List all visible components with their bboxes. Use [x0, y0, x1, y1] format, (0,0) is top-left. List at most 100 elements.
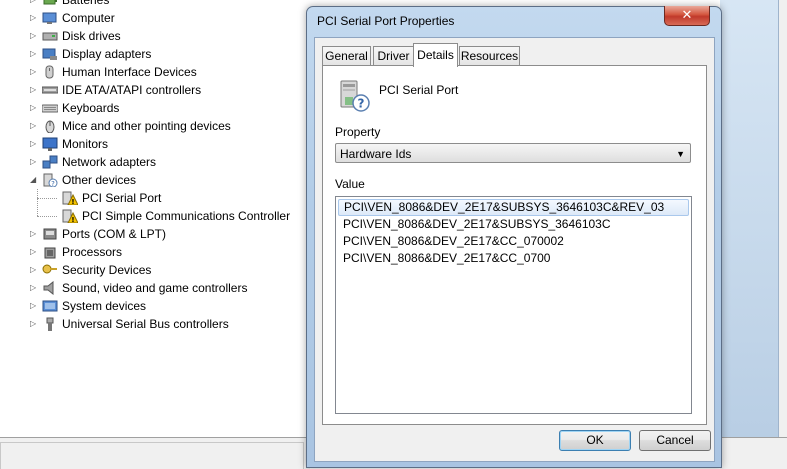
tree-item[interactable]: ▷ Human Interface Devices [30, 63, 197, 81]
tree-item-label: PCI Simple Communications Controller [82, 209, 291, 223]
device-name: PCI Serial Port [379, 83, 459, 97]
tree-item[interactable]: ▷ Keyboards [30, 99, 120, 117]
value-list-item[interactable]: PCI\VEN_8086&DEV_2E17&SUBSYS_3646103C&RE… [338, 199, 689, 216]
keyboard-icon [41, 101, 59, 115]
value-list-item[interactable]: PCI\VEN_8086&DEV_2E17&SUBSYS_3646103C [338, 216, 689, 233]
properties-dialog: PCI Serial Port Properties ✕ General Dri… [306, 6, 722, 468]
tree-item-label: Processors [62, 245, 123, 259]
svg-text:!: ! [71, 216, 74, 223]
tab-driver[interactable]: Driver [373, 46, 414, 66]
expand-arrow-icon[interactable]: ▷ [30, 99, 39, 117]
svg-text:?: ? [358, 97, 365, 111]
value-label: Value [335, 177, 365, 191]
tree-item-label: Other devices [62, 173, 137, 187]
status-bar [0, 437, 310, 469]
tree-item[interactable]: ▷ Display adapters [30, 45, 152, 63]
tab-general[interactable]: General [322, 46, 371, 66]
expand-arrow-icon[interactable]: ▷ [30, 279, 39, 297]
cancel-button[interactable]: Cancel [639, 430, 711, 451]
expand-arrow-icon[interactable]: ▷ [30, 135, 39, 153]
property-dropdown[interactable]: Hardware Ids ▼ [335, 143, 691, 163]
expand-arrow-icon[interactable]: ▷ [30, 63, 39, 81]
tree-item[interactable]: ▷ Computer [30, 9, 115, 27]
tree-item-label: Computer [62, 11, 115, 25]
serial-port-device-icon: ? [340, 80, 370, 112]
speaker-icon [42, 280, 58, 295]
tree-item[interactable]: ▷ IDE ATA/ATAPI controllers [30, 81, 202, 99]
expand-arrow-icon[interactable]: ▷ [30, 225, 39, 243]
tree-item[interactable]: ▷ Batteries [30, 0, 110, 9]
warning-device-icon: ! [62, 209, 79, 224]
tree-item-label: IDE ATA/ATAPI controllers [62, 83, 202, 97]
display-adapter-icon [42, 47, 58, 61]
ok-button[interactable]: OK [559, 430, 631, 451]
tree-item[interactable]: ▷ Network adapters [30, 153, 157, 171]
tree-item[interactable]: ! PCI Serial Port [62, 189, 161, 207]
value-list-item[interactable]: PCI\VEN_8086&DEV_2E17&CC_0700 [338, 250, 689, 267]
tree-item[interactable]: ▷ Universal Serial Bus controllers [30, 315, 229, 333]
hid-icon [42, 65, 58, 79]
expand-arrow-icon[interactable]: ▷ [30, 0, 39, 9]
value-list[interactable]: PCI\VEN_8086&DEV_2E17&SUBSYS_3646103C&RE… [335, 196, 692, 414]
tree-item-label: Batteries [62, 0, 110, 7]
tree-item[interactable]: ▷ Monitors [30, 135, 109, 153]
svg-text:!: ! [71, 198, 74, 205]
disk-drive-icon [42, 29, 58, 43]
mouse-icon [42, 119, 58, 134]
tree-item-label: Security Devices [62, 263, 152, 277]
processor-icon [42, 245, 58, 259]
expand-arrow-icon[interactable]: ▷ [30, 117, 39, 135]
close-button[interactable]: ✕ [664, 6, 710, 26]
tree-item-label: Display adapters [62, 47, 152, 61]
dropdown-arrow-icon: ▼ [676, 149, 685, 159]
expand-arrow-icon[interactable]: ▷ [30, 45, 39, 63]
tree-item-label: Keyboards [62, 101, 120, 115]
expand-arrow-icon[interactable]: ▷ [30, 27, 39, 45]
property-selected-value: Hardware Ids [340, 147, 412, 161]
value-list-item[interactable]: PCI\VEN_8086&DEV_2E17&CC_070002 [338, 233, 689, 250]
other-devices-icon: ? [42, 173, 58, 188]
network-adapter-icon [42, 155, 58, 169]
device-tree[interactable]: ▷ Batteries ▷ Computer ▷ Disk drives ▷ Display … [0, 0, 305, 468]
port-icon [42, 227, 58, 241]
security-key-icon [42, 263, 58, 277]
tree-item[interactable]: ◢? Other devices [30, 171, 137, 189]
expand-arrow-icon[interactable]: ▷ [30, 243, 39, 261]
tree-item-label: Monitors [62, 137, 109, 151]
dialog-title: PCI Serial Port Properties [317, 14, 455, 28]
tree-item[interactable]: ! PCI Simple Communications Controller [62, 207, 290, 225]
close-icon: ✕ [681, 7, 693, 22]
system-device-icon [42, 299, 58, 313]
collapse-arrow-icon[interactable]: ◢ [30, 171, 39, 189]
expand-arrow-icon[interactable]: ▷ [30, 315, 39, 333]
expand-arrow-icon[interactable]: ▷ [30, 297, 39, 315]
tree-item-label: Sound, video and game controllers [62, 281, 248, 295]
tree-item-label: Universal Serial Bus controllers [62, 317, 229, 331]
tree-item[interactable]: ▷ Mice and other pointing devices [30, 117, 231, 135]
ide-controller-icon [41, 83, 59, 97]
usb-icon [42, 317, 58, 331]
monitor-icon [42, 137, 58, 151]
tree-item[interactable]: ▷ Disk drives [30, 27, 121, 45]
tree-item[interactable]: ▷ Sound, video and game controllers [30, 279, 248, 297]
expand-arrow-icon[interactable]: ▷ [30, 81, 39, 99]
details-panel: ? PCI Serial Port Property Hardware Ids … [322, 65, 707, 425]
tree-item-label: Network adapters [62, 155, 157, 169]
main-window-frame [720, 0, 787, 469]
tree-item-label: Human Interface Devices [62, 65, 197, 79]
tree-item[interactable]: ▷ Processors [30, 243, 123, 261]
expand-arrow-icon[interactable]: ▷ [30, 153, 39, 171]
dialog-client: General Driver Details Resources ? PCI S… [314, 37, 715, 462]
tree-item-label: Mice and other pointing devices [62, 119, 231, 133]
property-label: Property [335, 125, 381, 139]
tree-item-label: System devices [62, 299, 147, 313]
tab-details[interactable]: Details [413, 43, 458, 67]
expand-arrow-icon[interactable]: ▷ [30, 9, 39, 27]
expand-arrow-icon[interactable]: ▷ [30, 261, 39, 279]
tree-item[interactable]: ▷ Ports (COM & LPT) [30, 225, 166, 243]
battery-icon [42, 0, 58, 7]
tab-resources[interactable]: Resources [459, 46, 520, 66]
warning-device-icon: ! [62, 191, 79, 206]
tree-item[interactable]: ▷ System devices [30, 297, 147, 315]
tree-item[interactable]: ▷ Security Devices [30, 261, 152, 279]
